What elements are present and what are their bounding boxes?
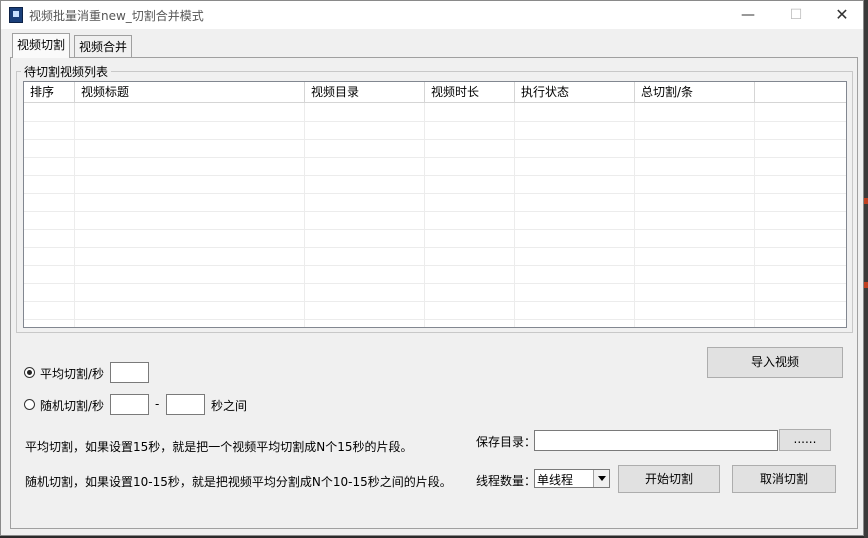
thread-count-value: 单线程 [537, 473, 574, 487]
grid-line [24, 283, 846, 284]
main-window: 视频批量消重new_切割合并模式 — ☐ ✕ 视频切割 视频合并 待切割视频列表… [0, 0, 864, 536]
background-mark [864, 282, 868, 288]
tab-video-merge[interactable]: 视频合并 [74, 35, 132, 57]
video-list-group-title: 待切割视频列表 [21, 63, 112, 80]
grid-line [304, 103, 305, 327]
grid-line [754, 103, 755, 327]
grid-line [24, 229, 846, 230]
column-header-filler [755, 82, 846, 103]
background-mark [864, 198, 868, 204]
window-title: 视频批量消重new_切割合并模式 [29, 9, 204, 23]
start-cut-button[interactable]: 开始切割 [618, 465, 720, 493]
chevron-down-icon[interactable] [593, 470, 609, 487]
grid-line [634, 103, 635, 327]
import-video-button[interactable]: 导入视频 [707, 347, 843, 378]
random-cut-radio[interactable] [24, 399, 35, 410]
cancel-cut-button[interactable]: 取消切割 [732, 465, 836, 493]
grid-line [24, 319, 846, 320]
grid-line [424, 103, 425, 327]
grid-line [24, 301, 846, 302]
grid-line [24, 157, 846, 158]
random-cut-description: 随机切割，如果设置10-15秒，就是把视频平均分割成N个10-15秒之间的片段。 [25, 475, 452, 489]
column-header-title[interactable]: 视频标题 [75, 82, 305, 103]
column-header-status[interactable]: 执行状态 [515, 82, 635, 103]
column-header-dir[interactable]: 视频目录 [305, 82, 425, 103]
grid-line [24, 139, 846, 140]
random-cut-min-input[interactable] [110, 394, 149, 415]
thread-count-label: 线程数量： [476, 474, 537, 488]
random-cut-max-input[interactable] [166, 394, 205, 415]
random-cut-suffix: 秒之间 [211, 399, 248, 413]
column-header-order[interactable]: 排序 [24, 82, 75, 103]
grid-line [24, 121, 846, 122]
tab-video-cut[interactable]: 视频切割 [12, 33, 71, 58]
maximize-icon[interactable]: ☐ [773, 1, 819, 29]
grid-line [24, 193, 846, 194]
thread-count-select[interactable]: 单线程 [534, 469, 610, 488]
background-strip [864, 0, 868, 538]
grid-line [24, 211, 846, 212]
avg-cut-radio[interactable] [24, 367, 35, 378]
title-bar[interactable]: 视频批量消重new_切割合并模式 — ☐ ✕ [1, 1, 863, 29]
save-dir-input[interactable] [534, 430, 778, 451]
list-header: 排序 视频标题 视频目录 视频时长 执行状态 总切割/条 [24, 82, 846, 103]
column-header-duration[interactable]: 视频时长 [425, 82, 515, 103]
close-icon[interactable]: ✕ [819, 1, 865, 29]
grid-line [24, 247, 846, 248]
random-cut-label: 随机切割/秒 [40, 399, 105, 413]
minimize-icon[interactable]: — [725, 1, 771, 29]
app-icon [9, 7, 23, 23]
grid-line [24, 265, 846, 266]
avg-cut-seconds-input[interactable] [110, 362, 149, 383]
grid-line [514, 103, 515, 327]
avg-cut-description: 平均切割，如果设置15秒，就是把一个视频平均切割成N个15秒的片段。 [25, 440, 413, 454]
browse-dir-button[interactable]: ...... [779, 429, 831, 451]
random-cut-separator: - [155, 397, 160, 411]
video-list[interactable]: 排序 视频标题 视频目录 视频时长 执行状态 总切割/条 [23, 81, 847, 328]
grid-line [74, 103, 75, 327]
grid-line [24, 175, 846, 176]
column-header-total[interactable]: 总切割/条 [635, 82, 755, 103]
avg-cut-label: 平均切割/秒 [40, 367, 105, 381]
save-dir-label: 保存目录： [476, 435, 537, 449]
